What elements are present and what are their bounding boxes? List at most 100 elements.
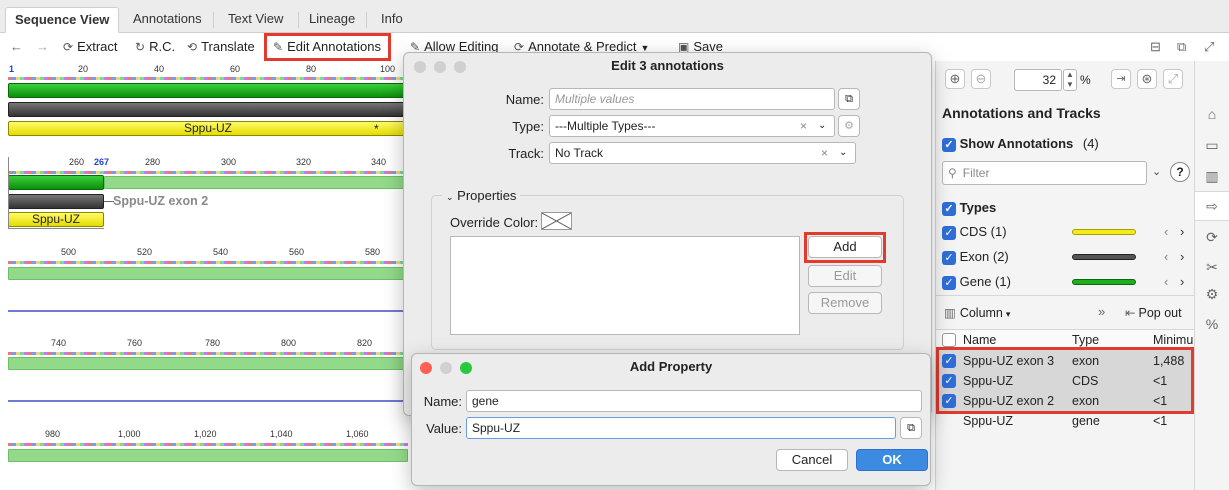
selection-border [8, 228, 104, 229]
chevron-left-icon[interactable]: ‹ [1164, 224, 1168, 239]
ruler-tick: 260 [69, 157, 85, 167]
fit-width-icon[interactable]: ⇥ [1111, 69, 1131, 89]
zoom-input[interactable]: 32 [1014, 69, 1062, 91]
show-annotations-label: Show Annotations [959, 136, 1074, 151]
show-annotations-row[interactable]: ✓ Show Annotations (4) [942, 136, 1099, 152]
zoom-selection-icon[interactable]: ⊛ [1137, 69, 1157, 89]
column-header-type[interactable]: Type [1072, 333, 1099, 347]
checkbox-checked-icon[interactable]: ✓ [942, 250, 956, 265]
back-arrow-icon[interactable]: ← [10, 37, 23, 57]
filter-input[interactable]: ⚲ Filter [942, 161, 1147, 185]
double-chevron-right-icon[interactable]: » [1098, 304, 1105, 319]
type-row-gene[interactable]: ✓ Gene (1) ‹ › [942, 274, 1192, 294]
pop-out-button[interactable]: ⇤ Pop out [1125, 305, 1182, 320]
ok-button[interactable]: OK [856, 449, 928, 471]
search-icon: ⚲ [948, 166, 957, 180]
property-value-input[interactable]: Sppu-UZ [466, 417, 896, 439]
properties-label: Properties [457, 188, 517, 203]
forward-arrow-icon[interactable]: → [36, 37, 49, 57]
window-icon[interactable]: ⧉ [1177, 37, 1186, 57]
properties-header[interactable]: ⌄ Properties [442, 188, 521, 203]
column-header-minimum[interactable]: Minimu [1153, 333, 1193, 347]
gene-extension-bar [104, 176, 408, 189]
track-select[interactable]: No Track × ⌄ [549, 142, 856, 164]
chevron-right-icon[interactable]: › [1180, 249, 1184, 264]
name-picker-icon[interactable]: ⧉ [838, 88, 860, 110]
remove-property-button[interactable]: Remove [808, 292, 882, 314]
extract-button[interactable]: ⟳ Extract [63, 37, 118, 57]
ruler-tick: 1 [9, 64, 15, 74]
exon-annotation-bar[interactable] [8, 194, 104, 209]
checkbox-unchecked-icon[interactable] [942, 333, 956, 347]
checkbox-checked-icon[interactable]: ✓ [942, 201, 956, 216]
tab-info[interactable]: Info [372, 7, 412, 33]
rc-button[interactable]: ↻ R.C. [135, 37, 175, 57]
home-icon[interactable]: ⌂ [1203, 105, 1221, 123]
ruler-tick: 800 [281, 338, 297, 348]
columns-icon: ▥ [944, 306, 956, 320]
chevron-down-icon[interactable]: ⌄ [1152, 165, 1161, 178]
zoom-out-icon[interactable]: ⊖ [971, 69, 991, 89]
override-color-label: Override Color: [450, 215, 539, 230]
name-input[interactable]: Multiple values [549, 88, 835, 110]
checkbox-checked-icon[interactable]: ✓ [942, 275, 956, 290]
pop-out-label: Pop out [1138, 306, 1182, 320]
tab-lineage[interactable]: Lineage [300, 7, 364, 33]
zoom-stepper[interactable]: ▲ ▼ [1063, 69, 1077, 91]
type-row-exon[interactable]: ✓ Exon (2) ‹ › [942, 249, 1192, 269]
clear-icon[interactable]: × [800, 116, 807, 136]
property-name-input[interactable]: gene [466, 390, 922, 412]
refresh-icon[interactable]: ⟳ [1203, 228, 1221, 246]
percent-icon[interactable]: % [1203, 315, 1221, 333]
type-row-cds[interactable]: ✓ CDS (1) ‹ › [942, 224, 1192, 244]
column-header-name[interactable]: Name [963, 333, 996, 347]
chevron-right-icon[interactable]: › [1180, 224, 1184, 239]
chevron-left-icon[interactable]: ‹ [1164, 249, 1168, 264]
chevron-down-icon[interactable]: ⌄ [818, 116, 826, 136]
cancel-button[interactable]: Cancel [776, 449, 848, 471]
tab-text-view[interactable]: Text View [219, 7, 292, 33]
properties-list[interactable] [450, 236, 800, 335]
gene-annotation-bar[interactable] [8, 175, 104, 190]
checkbox-checked-icon[interactable]: ✓ [942, 137, 956, 152]
tab-annotations[interactable]: Annotations [124, 7, 211, 33]
chevron-right-icon[interactable]: › [1180, 274, 1184, 289]
tab-sequence-view[interactable]: Sequence View [5, 7, 120, 33]
clear-icon[interactable]: × [821, 143, 828, 163]
gene-annotation-bar[interactable] [8, 83, 408, 98]
help-icon[interactable]: ? [1170, 162, 1190, 182]
annotations-panel: ⊕ ⊖ 32 ▲ ▼ % ⇥ ⊛ ⤢ Annotations and Tracks… [935, 61, 1194, 490]
chevron-left-icon[interactable]: ‹ [1164, 274, 1168, 289]
ruler-tick: 980 [45, 429, 61, 439]
dialog-title: Add Property [629, 359, 713, 374]
monitor-icon[interactable]: ▭ [1203, 136, 1221, 154]
zoom-in-icon[interactable]: ⊕ [945, 69, 965, 89]
edit-property-button[interactable]: Edit [808, 265, 882, 287]
cds-annotation-bar[interactable]: Sppu-UZ [8, 212, 104, 227]
rc-label: R.C. [149, 39, 176, 54]
cds-annotation-bar[interactable]: Sppu-UZ [8, 121, 408, 136]
type-select[interactable]: ---Multiple Types--- × ⌄ [549, 115, 835, 137]
scissors-icon[interactable]: ✂ [1203, 258, 1221, 276]
gear-icon[interactable]: ⚙ [1203, 285, 1221, 303]
annotation-arrow-icon[interactable]: ⇨ [1203, 197, 1221, 215]
expand-icon[interactable]: ⤢ [1204, 37, 1214, 57]
types-header[interactable]: ✓ Types [942, 200, 996, 216]
extract-icon: ⟳ [63, 40, 74, 54]
translate-button[interactable]: ⟲ Translate [187, 37, 255, 57]
fullscreen-icon[interactable]: ⤢ [1163, 69, 1183, 89]
collapse-icon[interactable]: ⊟ [1150, 37, 1161, 57]
type-label: CDS (1) [959, 224, 1007, 239]
checkbox-checked-icon[interactable]: ✓ [942, 225, 956, 240]
value-picker-icon[interactable]: ⧉ [900, 417, 922, 439]
chevron-down-icon[interactable]: ⌄ [839, 143, 847, 163]
type-value: ---Multiple Types--- [555, 119, 656, 133]
ruler-tick: 80 [306, 64, 317, 74]
exon-annotation-bar[interactable] [8, 102, 408, 117]
gear-icon[interactable]: ⚙ [838, 115, 860, 137]
override-color-swatch[interactable] [541, 212, 572, 230]
column-menu-button[interactable]: ▥ Column ▾ [944, 305, 1010, 320]
column-label: Column [959, 306, 1003, 320]
bar-chart-icon[interactable]: ▥ [1203, 167, 1221, 185]
table-row[interactable]: Sppu-UZ gene <1 [936, 411, 1194, 431]
